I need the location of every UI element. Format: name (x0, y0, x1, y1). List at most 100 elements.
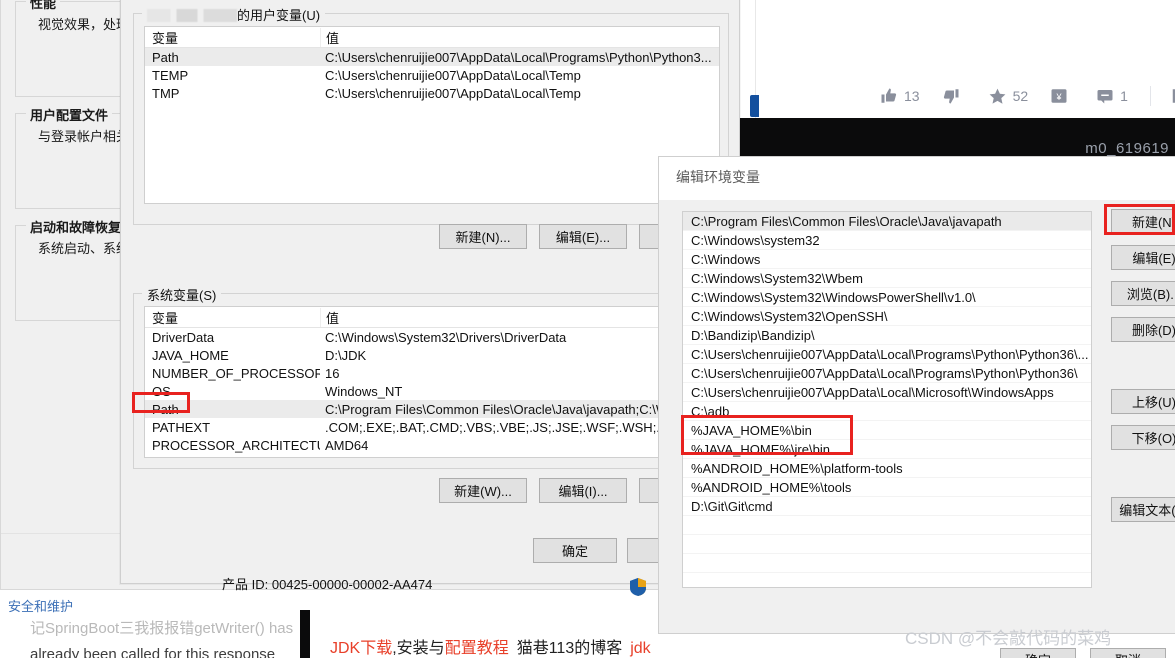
list-item[interactable]: C:\Windows\System32\WindowsPowerShell\v1… (683, 288, 1091, 307)
user-variables-listview[interactable]: 变量 值 Path C:\Users\chenruijie007\AppData… (144, 26, 720, 204)
system-new-button[interactable]: 新建(W)... (439, 478, 527, 503)
edit-cancel-button[interactable]: 取消 (1090, 648, 1166, 658)
list-item[interactable] (683, 573, 1091, 587)
user-row-0-name: Path (152, 49, 179, 65)
edit-button[interactable]: 编辑(E) (1111, 245, 1175, 270)
share-button[interactable] (1169, 87, 1175, 105)
csdn-watermark: CSDN @不会敲代码的菜鸡 (905, 629, 1112, 648)
list-item[interactable]: %ANDROID_HOME%\tools (683, 478, 1091, 497)
browse-button[interactable]: 浏览(B)... (1111, 281, 1175, 306)
path-entries-list[interactable]: C:\Program Files\Common Files\Oracle\Jav… (682, 211, 1092, 588)
group-user-profiles-desc: 与登录帐户相关 (38, 129, 130, 144)
user-new-button[interactable]: 新建(N)... (439, 224, 527, 249)
sys-col-name[interactable]: 变量 (145, 308, 320, 327)
yen-reward-icon: ¥ (1050, 87, 1068, 105)
list-item[interactable] (683, 554, 1091, 573)
blog-result-line[interactable]: JDK下载,安装与配置教程 猫巷113的博客 jdk (330, 634, 651, 658)
group-startup-recovery-legend: 启动和故障恢复 (26, 217, 126, 236)
group-performance-legend: 性能 (26, 0, 61, 12)
edit-environment-variable-dialog: 编辑环境变量 C:\Program Files\Common Files\Ora… (658, 156, 1175, 634)
redacted-username (147, 9, 237, 23)
list-item[interactable]: C:\Windows\System32\OpenSSH\ (683, 307, 1091, 326)
table-row[interactable]: PROCESSOR_ARCHITECTURE AMD64 (145, 436, 719, 454)
blog-title-part3: 配置教程 (444, 640, 509, 657)
user-col-name[interactable]: 变量 (145, 28, 320, 47)
user-variables-header: 变量 值 (145, 27, 719, 48)
svg-text:¥: ¥ (1056, 92, 1063, 102)
reaction-toolbar: 13 52 ¥ 1 (880, 78, 1175, 114)
user-row-2-name: TMP (152, 85, 180, 101)
delete-button[interactable]: 删除(D) (1111, 317, 1175, 342)
dislike-button[interactable] (942, 87, 966, 105)
list-item[interactable] (683, 516, 1091, 535)
blog-title-part2: ,安装与 (392, 640, 445, 657)
user-col-value[interactable]: 值 (320, 27, 719, 47)
favorite-button[interactable]: 52 (988, 87, 1028, 106)
list-item[interactable]: C:\Users\chenruijie007\AppData\Local\Pro… (683, 364, 1091, 383)
list-item[interactable]: D:\Bandizip\Bandizip\ (683, 326, 1091, 345)
like-button[interactable]: 13 (880, 87, 920, 105)
star-icon (988, 87, 1007, 106)
table-row[interactable]: PROCESSOR_IDENTIFIER AMD64 Family 23 Mod… (145, 454, 719, 458)
table-row[interactable]: DriverData C:\Windows\System32\Drivers\D… (145, 328, 719, 346)
system-variables-header: 变量 值 (145, 307, 719, 328)
blog-tag: jdk (630, 640, 651, 657)
user-row-1-name: TEMP (152, 67, 189, 83)
move-up-button[interactable]: 上移(U) (1111, 389, 1175, 414)
list-item[interactable]: %JAVA_HOME%\bin (683, 421, 1091, 440)
toolbar-separator (1149, 86, 1151, 106)
list-item[interactable]: D:\Git\Git\cmd (683, 497, 1091, 516)
list-item[interactable]: C:\Windows (683, 250, 1091, 269)
sys-row-5-name: PATHEXT (152, 419, 211, 435)
table-row[interactable]: PATHEXT .COM;.EXE;.BAT;.CMD;.VBS;.VBE;.J… (145, 418, 719, 436)
table-row[interactable]: TMP C:\Users\chenruijie007\AppData\Local… (145, 84, 719, 102)
thumbs-down-icon (942, 87, 960, 105)
list-item[interactable]: C:\Users\chenruijie007\AppData\Local\Pro… (683, 345, 1091, 364)
system-variables-fieldset: 系统变量(S) 变量 值 DriverData C:\Windows\Syste… (133, 285, 729, 469)
user-row-2-value: C:\Users\chenruijie007\AppData\Local\Tem… (325, 85, 581, 101)
move-down-button[interactable]: 下移(O) (1111, 425, 1175, 450)
list-item[interactable] (683, 535, 1091, 554)
product-id-label: 产品 ID: 00425-00000-00002-AA474 (222, 577, 433, 592)
blog-author: 猫巷113的博客 (516, 640, 623, 657)
edit-dialog-buttons: 新建(N) 编辑(E) 浏览(B)... 删除(D) 上移(U) 下移(O) 编… (1111, 209, 1175, 533)
user-row-1-value: C:\Users\chenruijie007\AppData\Local\Tem… (325, 67, 581, 83)
thumbs-up-icon (880, 87, 898, 105)
edit-dialog-header: 编辑环境变量 (659, 157, 1175, 201)
screenshot-root: 13 52 ¥ 1 m0_619619 安全和维护 记SpringBoot三我报… (0, 0, 1175, 658)
edit-text-button[interactable]: 编辑文本(T)... (1111, 497, 1175, 522)
system-variables-listview[interactable]: 变量 值 DriverData C:\Windows\System32\Driv… (144, 306, 720, 458)
list-item[interactable]: C:\Program Files\Common Files\Oracle\Jav… (683, 212, 1091, 231)
see-also-link[interactable]: 安全和维护 (8, 596, 73, 615)
list-item[interactable]: C:\Users\chenruijie007\AppData\Local\Mic… (683, 383, 1091, 402)
author-user-id[interactable]: m0_619619 (1085, 140, 1169, 157)
env-ok-button[interactable]: 确定 (533, 538, 617, 563)
edit-dialog-title: 编辑环境变量 (676, 169, 760, 185)
table-row[interactable]: TEMP C:\Users\chenruijie007\AppData\Loca… (145, 66, 719, 84)
edit-ok-button[interactable]: 确定 (1000, 648, 1076, 658)
sys-row-1-name: JAVA_HOME (152, 347, 229, 363)
list-item[interactable]: C:\Windows\System32\Wbem (683, 269, 1091, 288)
comment-count: 1 (1120, 88, 1128, 104)
sys-row-0-name: DriverData (152, 329, 215, 345)
table-row[interactable]: Path C:\Program Files\Common Files\Oracl… (145, 400, 719, 418)
list-item[interactable]: C:\Windows\system32 (683, 231, 1091, 250)
blue-nav-tab[interactable] (750, 95, 759, 117)
list-item[interactable]: C:\adb (683, 402, 1091, 421)
system-edit-button[interactable]: 编辑(I)... (539, 478, 627, 503)
table-row[interactable]: Path C:\Users\chenruijie007\AppData\Loca… (145, 48, 719, 66)
reward-button[interactable]: ¥ (1050, 87, 1074, 105)
dark-vertical-bar (300, 610, 310, 658)
new-button[interactable]: 新建(N) (1111, 209, 1175, 234)
table-row[interactable]: JAVA_HOME D:\JDK (145, 346, 719, 364)
list-item[interactable]: %JAVA_HOME%\jre\bin (683, 440, 1091, 459)
user-edit-button[interactable]: 编辑(E)... (539, 224, 627, 249)
table-row[interactable]: OS Windows_NT (145, 382, 719, 400)
table-row[interactable]: NUMBER_OF_PROCESSORS 16 (145, 364, 719, 382)
user-variables-fieldset: 的用户变量(U) 变量 值 Path C:\Users\chenruijie00… (133, 5, 729, 225)
sys-row-7-name: PROCESSOR_IDENTIFIER (145, 456, 320, 458)
blog-title-part1: JDK下载 (330, 640, 393, 657)
environment-variables-dialog: 的用户变量(U) 变量 值 Path C:\Users\chenruijie00… (120, 0, 740, 584)
list-item[interactable]: %ANDROID_HOME%\platform-tools (683, 459, 1091, 478)
comment-button[interactable]: 1 (1096, 87, 1128, 105)
